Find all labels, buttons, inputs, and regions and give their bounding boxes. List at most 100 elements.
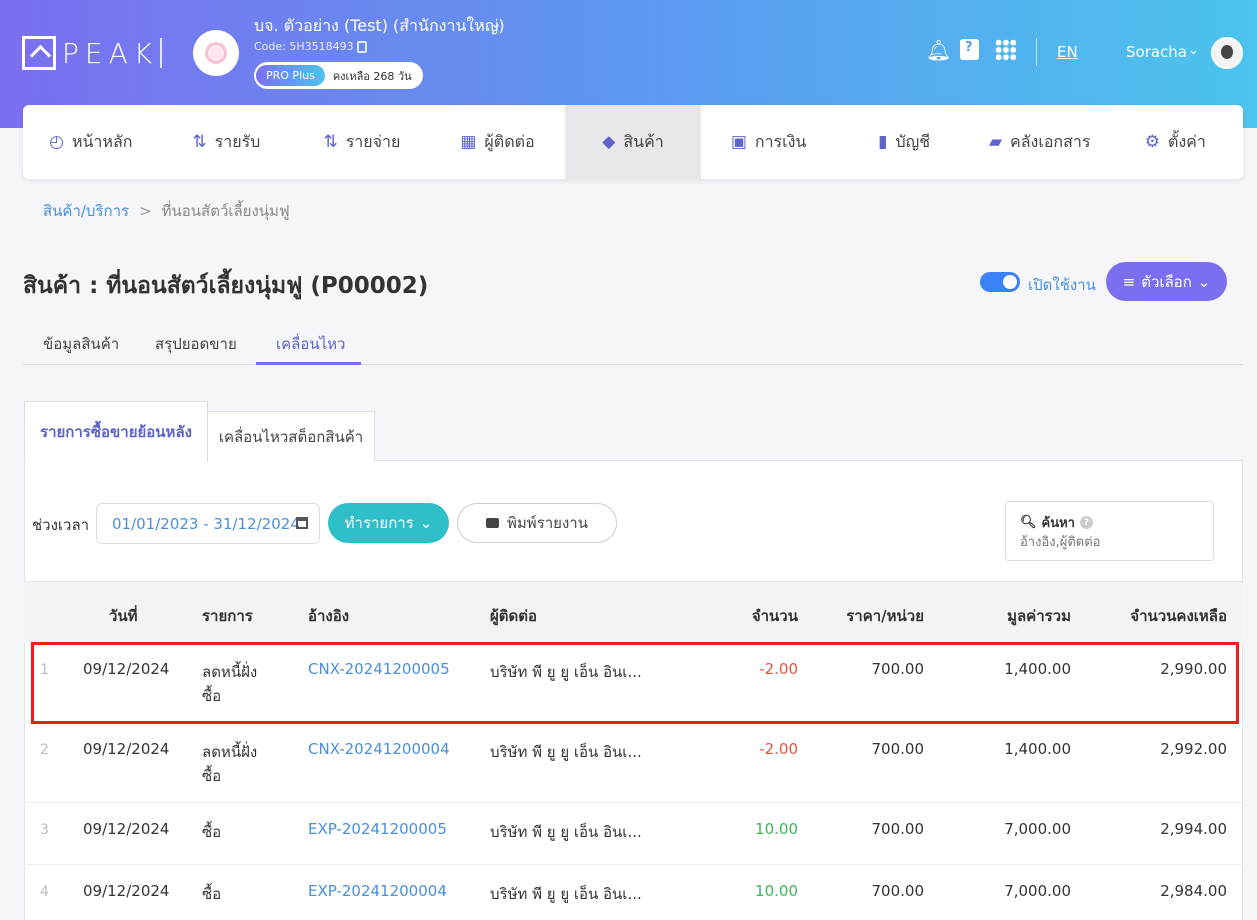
- col-unit-price[interactable]: ราคา/หน่วย: [804, 604, 924, 628]
- row-total: 7,000.00: [1004, 820, 1071, 838]
- nav-item-label: คลังเอกสาร: [1010, 131, 1091, 151]
- dashboard-icon: ◴: [49, 132, 64, 152]
- tab-stock-movement[interactable]: เคลื่อนไหวสต็อกสินค้า: [207, 411, 375, 461]
- row-balance: 2,984.00: [1160, 882, 1227, 900]
- nav-item-label: การเงิน: [754, 131, 807, 151]
- date-range-value: 01/01/2023 - 31/12/2024: [112, 514, 300, 533]
- breadcrumb-parent-link[interactable]: สินค้า/บริการ: [43, 202, 129, 220]
- help-icon[interactable]: ?: [1079, 516, 1093, 529]
- row-unit-price: 700.00: [871, 740, 925, 758]
- user-name[interactable]: Soracha: [1126, 43, 1187, 61]
- row-reference-link[interactable]: CNX-20241200004: [308, 740, 450, 758]
- active-toggle-label: เปิดใช้งาน: [1028, 276, 1096, 294]
- nav-item-expense[interactable]: ⇅ รายจ่าย: [294, 105, 430, 179]
- product-subtabs: ข้อมูลสินค้า สรุปยอดขาย เคลื่อนไหว: [23, 322, 1243, 365]
- avatar[interactable]: [1211, 37, 1243, 69]
- action-label: ทำรายการ: [344, 514, 414, 532]
- tab-movement[interactable]: เคลื่อนไหว: [276, 332, 345, 356]
- row-number: 2: [40, 742, 49, 758]
- row-total: 1,400.00: [1004, 740, 1071, 758]
- row-contact: บริษัท พี ยู ยู เอ็น อินเ...: [490, 823, 642, 841]
- nav-item-settings[interactable]: ⚙ ตั้งค่า: [1108, 105, 1244, 179]
- chevron-down-icon[interactable]: ⌄: [1188, 43, 1199, 58]
- nav-item-finance[interactable]: ▣ การเงิน: [701, 105, 837, 179]
- expense-icon: ⇅: [323, 132, 338, 152]
- row-contact: บริษัท พี ยู ยู เอ็น อินเ...: [490, 743, 642, 761]
- gear-icon: ⚙: [1144, 132, 1160, 152]
- options-button[interactable]: ≡ ตัวเลือก ⌄: [1106, 262, 1227, 301]
- breadcrumb-separator: >: [139, 202, 152, 220]
- col-contact[interactable]: ผู้ติดต่อ: [490, 604, 537, 628]
- active-toggle[interactable]: [980, 272, 1020, 292]
- tab-sales-summary[interactable]: สรุปยอดขาย: [155, 332, 237, 356]
- row-contact: บริษัท พี ยู ยู เอ็น อินเ...: [490, 885, 642, 903]
- calendar-icon: [296, 517, 308, 529]
- peak-logo[interactable]: PEAK: [22, 36, 158, 70]
- print-report-button[interactable]: พิมพ์รายงาน: [457, 503, 617, 543]
- row-balance: 2,994.00: [1160, 820, 1227, 838]
- chevron-down-icon: ⌄: [1197, 272, 1211, 291]
- search-input[interactable]: [1020, 535, 1200, 550]
- col-total[interactable]: มูลค่ารวม: [954, 604, 1071, 628]
- search-label: 🔍︎ ค้นหา?: [1020, 512, 1093, 533]
- period-label: ช่วงเวลา: [32, 516, 90, 534]
- nav-item-label: ผู้ติดต่อ: [484, 131, 535, 151]
- company-name[interactable]: บจ. ตัวอย่าง (Test) (สำนักงานใหญ่): [254, 14, 505, 39]
- language-switch[interactable]: EN: [1057, 43, 1078, 61]
- nav-item-income[interactable]: ⇅ รายรับ: [159, 105, 295, 179]
- nav-item-label: รายจ่าย: [345, 131, 401, 151]
- row-number: 4: [40, 884, 49, 900]
- breadcrumb: สินค้า/บริการ > ที่นอนสัตว์เลี้ยงนุ่มฟู: [43, 199, 290, 223]
- table-row[interactable]: 3 09/12/2024 ซื้อ EXP-20241200005 บริษัท…: [24, 803, 1243, 865]
- active-tab-indicator: [256, 362, 361, 365]
- plan-remaining: คงเหลือ 268 วัน: [332, 69, 412, 83]
- contacts-icon: ▦: [460, 132, 477, 152]
- col-quantity[interactable]: จำนวน: [724, 604, 798, 628]
- nav-item-accounting[interactable]: ▮ บัญชี: [836, 105, 972, 179]
- row-reference-link[interactable]: EXP-20241200004: [308, 882, 447, 900]
- row-date: 09/12/2024: [83, 820, 170, 838]
- row-quantity: -2.00: [759, 740, 798, 758]
- help-book-icon[interactable]: [960, 39, 979, 60]
- nav-item-home[interactable]: ◴ หน้าหลัก: [23, 105, 159, 179]
- col-balance[interactable]: จำนวนคงเหลือ: [1084, 604, 1227, 628]
- copy-icon[interactable]: [357, 41, 367, 53]
- nav-item-products[interactable]: ◆ สินค้า: [565, 105, 701, 179]
- table-header: วันที่ รายการ อ้างอิง ผู้ติดต่อ จำนวน รา…: [24, 581, 1243, 643]
- nav-item-label: ตั้งค่า: [1167, 131, 1206, 151]
- nav-item-contacts[interactable]: ▦ ผู้ติดต่อ: [430, 105, 566, 179]
- table-row[interactable]: 2 09/12/2024 ลดหนี้ฝั่ง ซื้อ CNX-2024120…: [24, 723, 1243, 803]
- action-dropdown-button[interactable]: ทำรายการ ⌄: [328, 503, 449, 543]
- row-item-line2: ซื้อ: [202, 767, 222, 785]
- money-icon: ▣: [730, 132, 747, 152]
- box-icon: ◆: [602, 132, 616, 152]
- col-reference[interactable]: อ้างอิง: [308, 604, 349, 628]
- main-nav: ◴ หน้าหลัก ⇅ รายรับ ⇅ รายจ่าย ▦ ผู้ติดต่อ ◆ ส…: [23, 105, 1243, 179]
- table-row[interactable]: 4 09/12/2024 ซื้อ EXP-20241200004 บริษัท…: [24, 865, 1243, 920]
- row-date: 09/12/2024: [83, 740, 170, 758]
- date-range-picker[interactable]: 01/01/2023 - 31/12/2024: [96, 503, 320, 544]
- tab-transaction-history[interactable]: รายการซื้อขายย้อนหลัง: [24, 401, 208, 462]
- row-quantity: 10.00: [755, 882, 798, 900]
- plan-badge: PRO Plus: [256, 65, 325, 86]
- logo-mark-icon: [22, 36, 56, 70]
- header-divider: [1036, 38, 1037, 66]
- logo-divider: [160, 38, 162, 68]
- col-date[interactable]: วันที่: [109, 604, 138, 628]
- bell-icon[interactable]: 🔔︎: [926, 38, 951, 62]
- row-item: ลดหนี้ฝั่ง: [202, 743, 258, 761]
- col-item[interactable]: รายการ: [202, 604, 253, 628]
- highlight-box: [31, 642, 1239, 724]
- nav-item-label: หน้าหลัก: [71, 131, 133, 151]
- chevron-down-icon[interactable]: ⌄: [490, 16, 502, 32]
- nav-item-documents[interactable]: ▰ คลังเอกสาร: [972, 105, 1108, 179]
- row-reference-link[interactable]: EXP-20241200005: [308, 820, 447, 838]
- row-date: 09/12/2024: [83, 882, 170, 900]
- apps-grid-icon[interactable]: [995, 39, 1017, 61]
- tab-product-info[interactable]: ข้อมูลสินค้า: [43, 332, 119, 356]
- print-icon: [486, 518, 500, 528]
- menu-icon: ≡: [1122, 272, 1136, 291]
- search-label-text: ค้นหา: [1041, 516, 1075, 531]
- search-box: 🔍︎ ค้นหา?: [1005, 501, 1214, 561]
- company-avatar[interactable]: [193, 30, 239, 76]
